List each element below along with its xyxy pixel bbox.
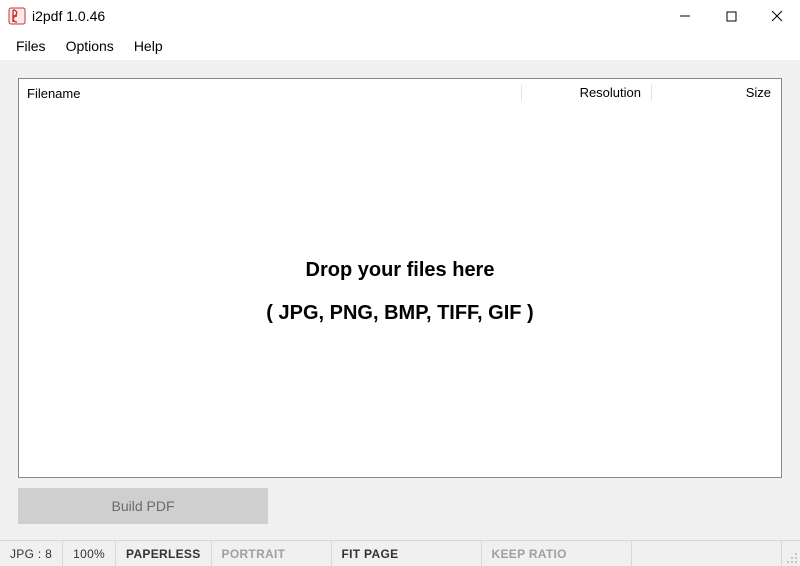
drop-zone[interactable]: Drop your files here ( JPG, PNG, BMP, TI… <box>19 107 781 477</box>
maximize-button[interactable] <box>708 0 754 32</box>
window-controls <box>662 0 800 32</box>
status-jpg[interactable]: JPG : 8 <box>0 541 63 566</box>
status-zoom[interactable]: 100% <box>63 541 116 566</box>
menu-help[interactable]: Help <box>124 34 173 58</box>
content-area: Filename Resolution Size Drop your files… <box>0 60 800 540</box>
titlebar: i2pdf 1.0.46 <box>0 0 800 32</box>
column-filename[interactable]: Filename <box>19 86 521 101</box>
drop-hint-line1: Drop your files here <box>306 259 495 282</box>
status-spacer <box>632 541 782 566</box>
status-orientation[interactable]: PORTRAIT <box>212 541 332 566</box>
menu-files[interactable]: Files <box>6 34 56 58</box>
app-icon <box>8 7 26 25</box>
status-keep-ratio[interactable]: KEEP RATIO <box>482 541 632 566</box>
build-pdf-button[interactable]: Build PDF <box>18 488 268 524</box>
resize-grip-icon[interactable] <box>782 541 800 566</box>
minimize-button[interactable] <box>662 0 708 32</box>
column-resolution[interactable]: Resolution <box>521 85 651 102</box>
status-paperless[interactable]: PAPERLESS <box>116 541 212 566</box>
window-title: i2pdf 1.0.46 <box>32 8 105 24</box>
drop-hint-line2: ( JPG, PNG, BMP, TIFF, GIF ) <box>266 302 533 325</box>
statusbar: JPG : 8 100% PAPERLESS PORTRAIT FIT PAGE… <box>0 540 800 566</box>
column-headers: Filename Resolution Size <box>19 79 781 107</box>
file-list[interactable]: Filename Resolution Size Drop your files… <box>18 78 782 478</box>
menubar: Files Options Help <box>0 32 800 60</box>
column-size[interactable]: Size <box>651 85 781 102</box>
button-row: Build PDF <box>18 478 782 532</box>
close-button[interactable] <box>754 0 800 32</box>
menu-options[interactable]: Options <box>56 34 124 58</box>
status-fit[interactable]: FIT PAGE <box>332 541 482 566</box>
